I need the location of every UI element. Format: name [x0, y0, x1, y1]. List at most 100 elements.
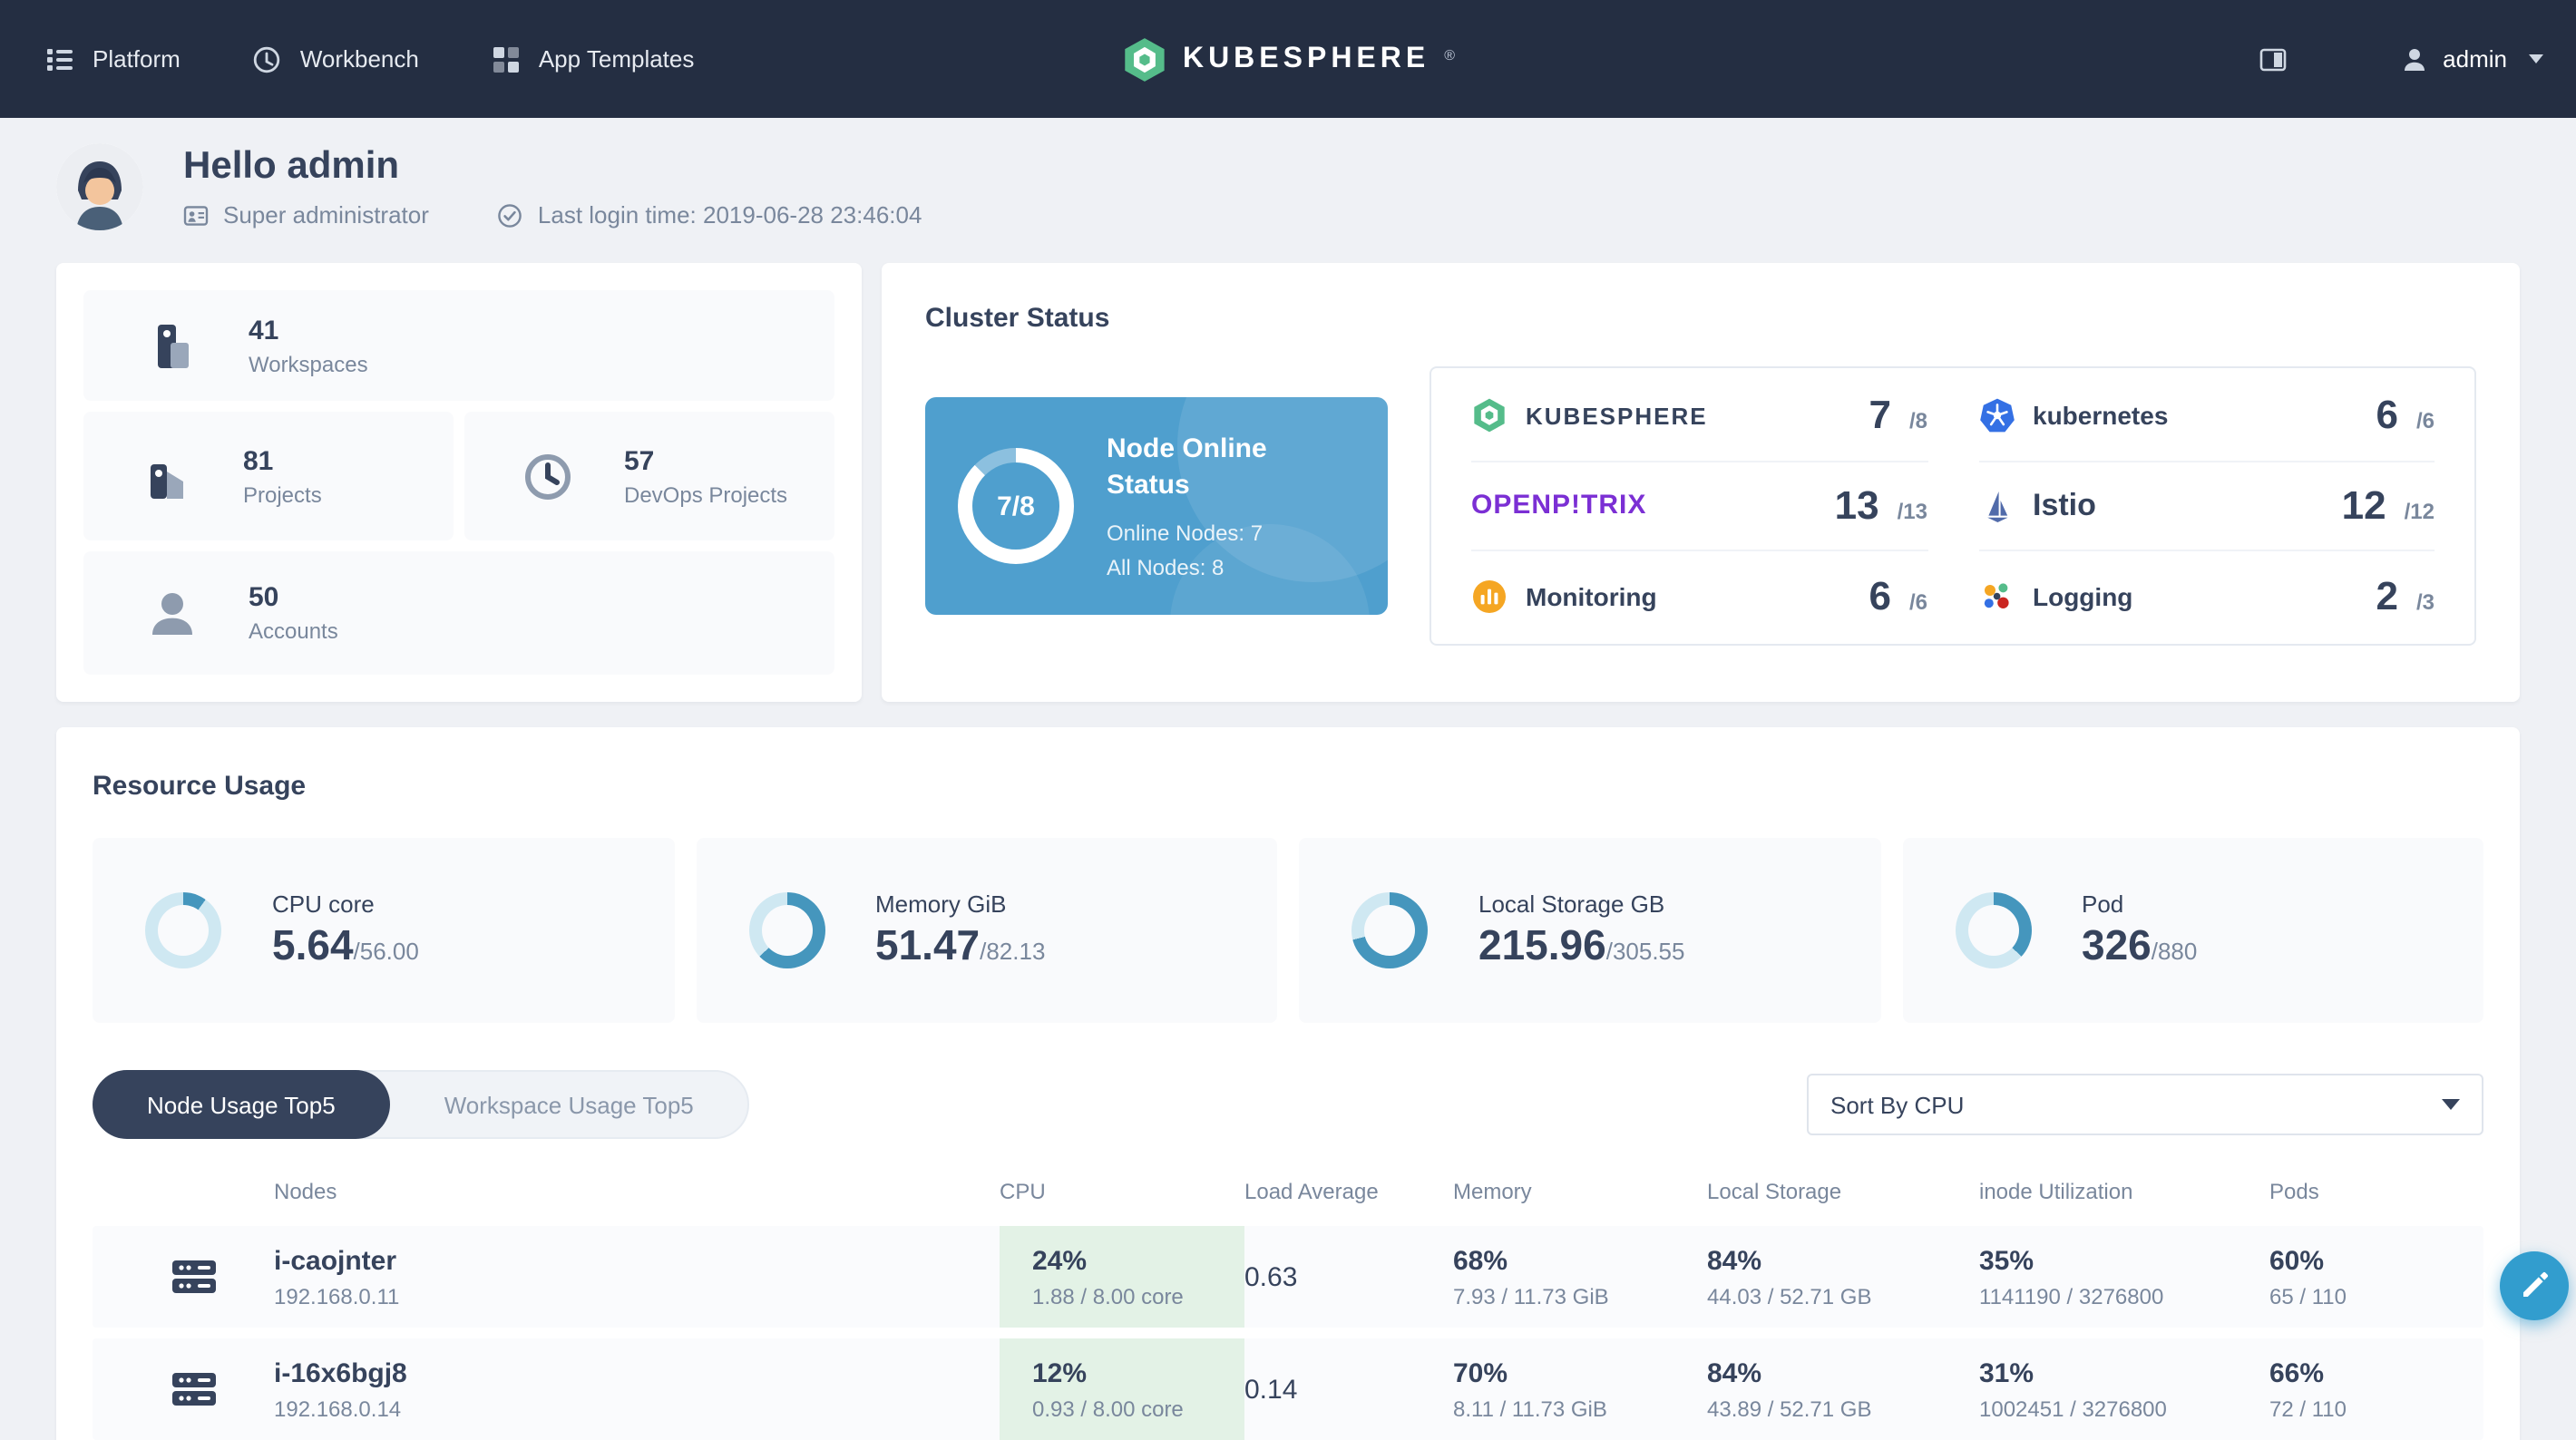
usage-controls: Node Usage Top5 Workspace Usage Top5 Sor…: [93, 1070, 2483, 1139]
storage-percent: 84%: [1707, 1357, 1762, 1388]
col-inode-utilization: inode Utilization: [1979, 1179, 2133, 1204]
stat-text: 50 Accounts: [249, 582, 338, 644]
stats-card: 41 Workspaces 81 Projects 57 DevOps Proj…: [56, 263, 862, 702]
stat-value: 41: [249, 315, 279, 345]
tab-node-usage-top5[interactable]: Node Usage Top5: [93, 1070, 390, 1139]
nav-item-app-templates[interactable]: App Templates: [492, 44, 694, 73]
component-total: /3: [2415, 589, 2435, 615]
accounts-icon: [143, 584, 201, 642]
nav-item-workbench[interactable]: Workbench: [253, 44, 419, 73]
stat-tile-projects[interactable]: 81 Projects: [83, 412, 454, 540]
cpu-percent: 12%: [1032, 1357, 1088, 1388]
component-name: kubernetes: [2033, 401, 2169, 431]
greeting-meta: Super administrator Last login time: 201…: [183, 201, 922, 229]
edit-fab-button[interactable]: [2500, 1251, 2569, 1320]
nav-item-label: Platform: [93, 45, 181, 73]
gauge-total: /82.13: [980, 938, 1046, 965]
component-name: KUBESPHERE: [1526, 402, 1708, 430]
online-nodes-label: Online Nodes: 7: [1107, 521, 1264, 547]
last-login-meta: Last login time: 2019-06-28 23:46:04: [498, 201, 922, 229]
component-count: 6: [1869, 572, 1891, 618]
gauge-value: 51.47/82.13: [875, 921, 1046, 968]
chevron-down-icon: [2529, 54, 2543, 63]
kubesphere-logo[interactable]: KUBESPHERE ®: [1121, 35, 1455, 83]
sort-by-dropdown[interactable]: Sort By CPU: [1807, 1074, 2483, 1135]
table-row[interactable]: i-16x6bgj8 192.168.0.14 12% 0.93 / 8.00 …: [93, 1338, 2483, 1440]
component-count: 7: [1869, 392, 1891, 438]
component-name: Logging: [2033, 581, 2133, 611]
split-view-icon[interactable]: [2258, 44, 2287, 73]
stat-text: 57 DevOps Projects: [624, 445, 787, 507]
load-average-value: 0.63: [1244, 1261, 1298, 1292]
gauge-label: Memory GiB: [875, 890, 1007, 918]
node-name[interactable]: i-caojnter: [274, 1245, 1000, 1276]
component-monitoring: Monitoring 6 /6: [1471, 552, 1927, 640]
node-name[interactable]: i-16x6bgj8: [274, 1357, 1000, 1388]
usage-tabs: Node Usage Top5 Workspace Usage Top5: [93, 1070, 750, 1139]
col-memory: Memory: [1453, 1179, 1532, 1204]
memory-percent: 70%: [1453, 1357, 1508, 1388]
component-total: /6: [2415, 408, 2435, 434]
component-logging: Logging 2 /3: [1978, 552, 2435, 640]
cluster-status-card: Cluster Status 7/8 Node Online Status On…: [882, 263, 2520, 702]
pods-cell: 66% 72 / 110: [2269, 1357, 2483, 1421]
node-online-donut: 7/8: [958, 448, 1074, 564]
gauge-label: Pod: [2082, 890, 2124, 918]
server-icon: [165, 1248, 223, 1306]
stat-label: Projects: [243, 482, 322, 507]
inode-detail: 1141190 / 3276800: [1979, 1283, 2164, 1309]
gauge-total: /56.00: [353, 938, 419, 965]
role-label: Super administrator: [223, 201, 429, 229]
last-login-label: Last login time: 2019-06-28 23:46:04: [537, 201, 922, 229]
stat-value: 57: [624, 445, 655, 476]
user-menu[interactable]: admin: [2399, 44, 2543, 73]
chevron-down-icon: [2442, 1099, 2460, 1110]
node-usage-table: Nodes CPU Load Average Memory Local Stor…: [93, 1179, 2483, 1440]
storage-detail: 44.03 / 52.71 GB: [1707, 1283, 1872, 1309]
tab-workspace-usage-top5[interactable]: Workspace Usage Top5: [390, 1072, 748, 1137]
platform-icon: [45, 44, 74, 73]
gauge-label: CPU core: [272, 890, 375, 918]
col-cpu: CPU: [1000, 1179, 1046, 1204]
pods-percent: 60%: [2269, 1245, 2325, 1276]
table-row[interactable]: i-caojnter 192.168.0.11 24% 1.88 / 8.00 …: [93, 1226, 2483, 1328]
pods-percent: 66%: [2269, 1357, 2325, 1388]
gauge-memory: Memory GiB 51.47/82.13: [696, 838, 1277, 1023]
workspaces-icon: [143, 316, 201, 375]
gauge-local-storage: Local Storage GB 215.96/305.55: [1299, 838, 1880, 1023]
table-header: Nodes CPU Load Average Memory Local Stor…: [93, 1179, 2483, 1226]
node-online-heading: Node Online Status: [1107, 433, 1267, 501]
node-online-fraction: 7/8: [972, 462, 1059, 550]
user-name: admin: [2443, 45, 2507, 73]
stat-tile-workspaces[interactable]: 41 Workspaces: [83, 290, 834, 401]
col-local-storage: Local Storage: [1707, 1179, 1842, 1204]
cpu-cell: 12% 0.93 / 8.00 core: [1000, 1338, 1244, 1440]
nav-item-platform[interactable]: Platform: [45, 44, 181, 73]
pencil-icon: [2520, 1271, 2549, 1300]
check-circle-icon: [498, 202, 523, 228]
user-icon: [2399, 44, 2428, 73]
stat-tile-accounts[interactable]: 50 Accounts: [83, 551, 834, 675]
gauge-total: /880: [2151, 938, 2198, 965]
stat-tile-devops-projects[interactable]: 57 DevOps Projects: [464, 412, 834, 540]
greeting-text: Hello admin Super administrator Last log…: [183, 145, 922, 229]
gauge-cpu: CPU core 5.64/56.00: [93, 838, 674, 1023]
gauge-value: 326/880: [2082, 921, 2198, 968]
component-name: OPENP!TRIX: [1471, 490, 1647, 521]
node-online-status-card: 7/8 Node Online Status Online Nodes: 7 A…: [925, 397, 1388, 615]
projects-icon: [138, 447, 196, 505]
resource-gauges: CPU core 5.64/56.00 Memory GiB 51.47/82.…: [93, 838, 2483, 1023]
resource-usage-title: Resource Usage: [93, 771, 307, 802]
cluster-components-box: KUBESPHERE 7 /8 kubernetes 6 /6 OPENP!TR…: [1429, 366, 2476, 646]
inode-cell: 35% 1141190 / 3276800: [1979, 1245, 2269, 1309]
istio-icon: [1978, 488, 2015, 524]
col-load-average: Load Average: [1244, 1179, 1379, 1204]
gauge-label: Local Storage GB: [1478, 890, 1665, 918]
pod-donut: [1955, 892, 2031, 968]
local-storage-donut: [1351, 892, 1428, 968]
cluster-status-title: Cluster Status: [925, 303, 1110, 334]
stat-value: 50: [249, 582, 279, 613]
storage-detail: 43.89 / 52.71 GB: [1707, 1396, 1872, 1421]
memory-cell: 70% 8.11 / 11.73 GiB: [1453, 1357, 1707, 1421]
memory-cell: 68% 7.93 / 11.73 GiB: [1453, 1245, 1707, 1309]
